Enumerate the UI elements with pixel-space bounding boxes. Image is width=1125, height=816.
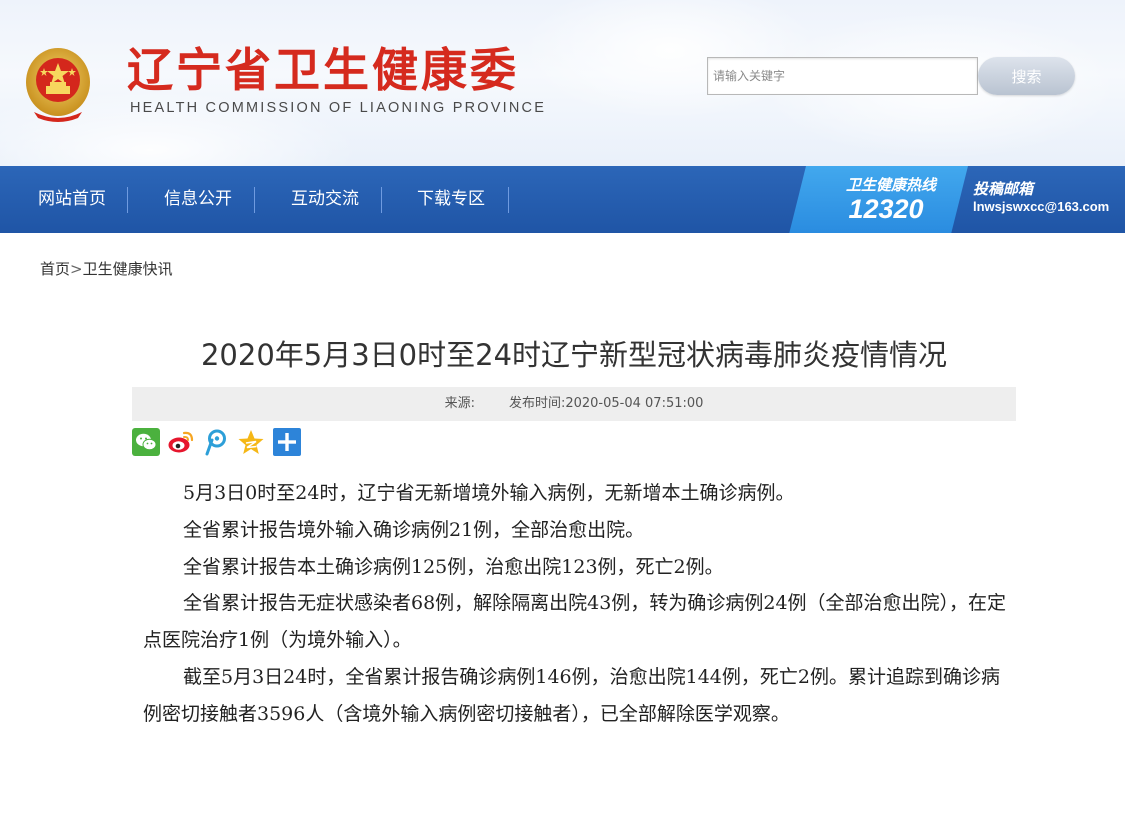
breadcrumb-home[interactable]: 首页	[40, 260, 70, 278]
more-share-icon[interactable]	[273, 428, 301, 456]
publish-time: 2020-05-04 07:51:00	[565, 396, 704, 411]
source-label: 来源:	[444, 396, 475, 411]
nav-divider	[127, 187, 128, 213]
publish-label: 发布时间:	[508, 396, 566, 411]
article-paragraph: 全省累计报告境外输入确诊病例21例，全部治愈出院。	[183, 519, 645, 541]
breadcrumb-separator: >	[70, 260, 83, 278]
article-title: 2020年5月3日0时至24时辽宁新型冠状病毒肺炎疫情情况	[200, 338, 948, 372]
nav-item-interaction[interactable]: 互动交流	[291, 166, 359, 233]
nav-divider	[254, 187, 255, 213]
site-subtitle: HEALTH COMMISSION OF LIAONING PROVINCE	[130, 100, 547, 116]
tencent-weibo-icon[interactable]	[202, 428, 230, 456]
mail-label: 投稿邮箱	[973, 180, 1034, 198]
wechat-icon[interactable]	[132, 428, 160, 456]
site-header: 辽宁省卫生健康委 HEALTH COMMISSION OF LIAONING P…	[0, 0, 1125, 166]
main-nav: 网站首页 信息公开 互动交流 下载专区 卫生健康热线 12320 投稿邮箱 ln…	[0, 166, 1125, 233]
article-paragraph: 5月3日0时至24时，辽宁省无新增境外输入病例，无新增本土确诊病例。	[183, 482, 795, 504]
nav-item-download[interactable]: 下载专区	[417, 166, 485, 233]
site-title: 辽宁省卫生健康委	[127, 43, 519, 97]
qzone-icon[interactable]	[237, 428, 265, 456]
search-input[interactable]	[707, 57, 978, 95]
breadcrumb: 首页>卫生健康快讯	[40, 258, 173, 279]
hotline-number: 12320	[848, 194, 924, 224]
article-meta-bar: 来源: 发布时间:2020-05-04 07:51:00	[132, 387, 1016, 421]
article-paragraph: 全省累计报告本土确诊病例125例，治愈出院123例，死亡2例。	[183, 556, 724, 578]
nav-divider	[381, 187, 382, 213]
nav-divider	[508, 187, 509, 213]
article-paragraph: 全省累计报告无症状感染者68例，解除隔离出院43例，转为确诊病例24例（全部治愈…	[143, 592, 1007, 651]
mail-address-link[interactable]: lnwsjswxcc@163.com	[973, 199, 1109, 214]
weibo-icon[interactable]	[167, 428, 195, 456]
search-button[interactable]: 搜索	[978, 57, 1075, 95]
breadcrumb-current[interactable]: 卫生健康快讯	[83, 260, 173, 278]
article-paragraph: 截至5月3日24时，全省累计报告确诊病例146例，治愈出院144例，死亡2例。累…	[143, 666, 1000, 725]
hotline-label: 卫生健康热线	[845, 176, 936, 194]
nav-item-info[interactable]: 信息公开	[164, 166, 232, 233]
nav-item-home[interactable]: 网站首页	[38, 166, 106, 233]
national-emblem-icon	[26, 48, 90, 122]
